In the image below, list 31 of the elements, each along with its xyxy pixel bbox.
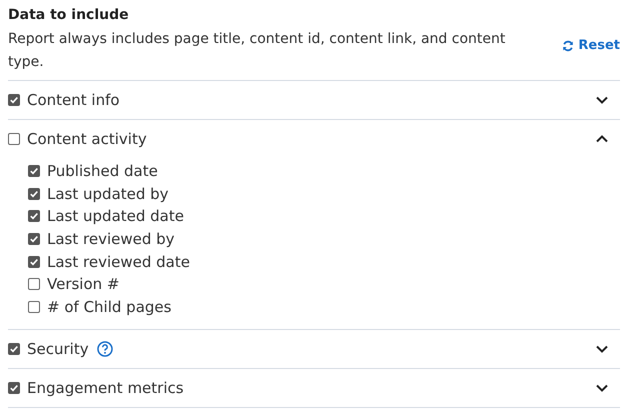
checkbox[interactable] — [28, 210, 40, 222]
refresh-icon — [562, 40, 574, 52]
checkbox[interactable] — [8, 133, 20, 145]
help-icon[interactable] — [96, 341, 113, 358]
chevron-down-icon[interactable] — [596, 384, 608, 392]
section-label[interactable]: Security — [27, 340, 89, 358]
checkbox[interactable] — [28, 300, 40, 313]
checkbox[interactable] — [28, 278, 40, 290]
option-label[interactable]: Last updated date — [47, 207, 184, 226]
option-label[interactable]: Published date — [47, 162, 158, 180]
checkbox[interactable] — [8, 343, 20, 356]
option-label[interactable]: # of Child pages — [47, 298, 172, 316]
checkbox[interactable] — [8, 94, 20, 106]
chevron-down-icon[interactable] — [596, 96, 608, 104]
description: Report always includes page title, content id, content link, and content type. — [8, 30, 506, 72]
checkbox[interactable] — [8, 382, 20, 394]
section-label[interactable]: Engagement metrics — [27, 379, 184, 398]
option-label[interactable]: Last reviewed date — [47, 252, 190, 271]
reset-button[interactable]: Reset — [562, 38, 620, 53]
option-label[interactable]: Last reviewed by — [47, 230, 175, 248]
chevron-down-icon[interactable] — [596, 345, 608, 354]
checkbox[interactable] — [28, 256, 40, 268]
checkbox[interactable] — [28, 188, 40, 200]
section-label[interactable]: Content info — [27, 91, 120, 109]
section-heading: Data to include — [8, 6, 130, 25]
chevron-up-icon[interactable] — [596, 135, 608, 143]
checkbox[interactable] — [28, 165, 40, 178]
section-label[interactable]: Content activity — [27, 130, 147, 148]
option-label[interactable]: Version # — [47, 275, 120, 294]
option-label[interactable]: Last updated by — [47, 184, 169, 203]
checkbox[interactable] — [28, 233, 40, 246]
